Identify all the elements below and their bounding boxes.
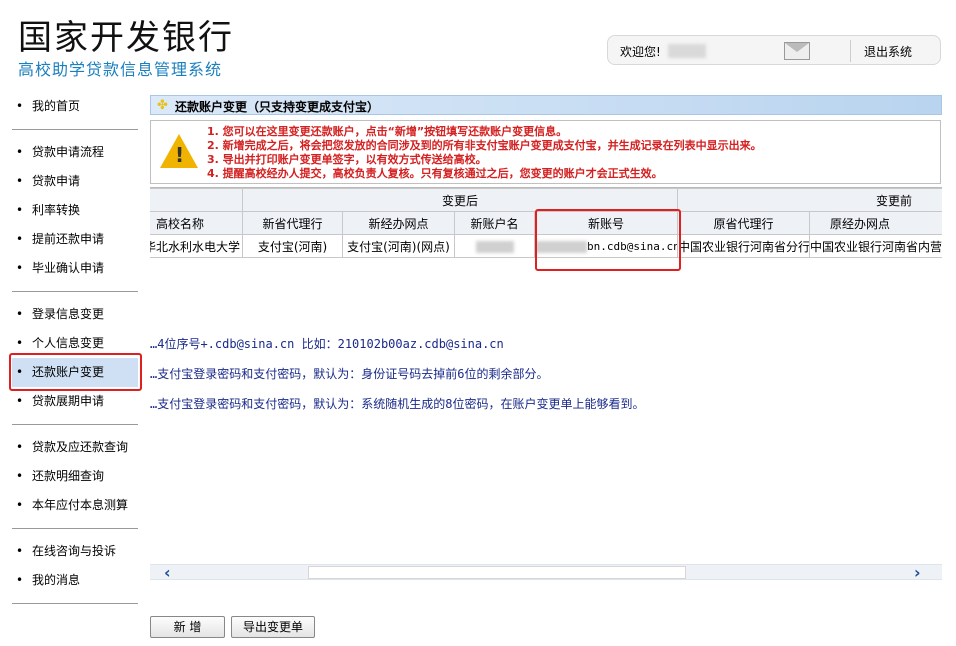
chevron-left-icon[interactable]: ‹: [164, 563, 171, 582]
user-status-bar: 欢迎您! 退出系统: [607, 35, 941, 65]
system-subtitle: 高校助学贷款信息管理系统: [18, 60, 223, 79]
col-old-branch: 原经办网点: [809, 211, 942, 235]
sidebar-item[interactable]: 贷款展期申请: [12, 387, 138, 416]
sidebar-item[interactable]: 本年应付本息测算: [12, 491, 138, 520]
cell-new-province-bank: 支付宝(河南): [242, 234, 343, 258]
sidebar-divider: [12, 291, 138, 292]
logout-button[interactable]: 退出系统: [864, 43, 912, 60]
cell-old-branch: 中国农业银行河南省内营业网点: [809, 234, 942, 258]
sidebar-item[interactable]: 在线咨询与投诉: [12, 537, 138, 566]
chevron-right-icon[interactable]: ›: [914, 563, 921, 582]
username-redacted: [668, 44, 706, 58]
redacted-value: [475, 240, 514, 253]
notice-line: 2. 新增完成之后，将会把您发放的合同涉及到的所有非支付宝账户变更成支付宝，并生…: [207, 139, 762, 152]
sidebar-item[interactable]: 登录信息变更: [12, 300, 138, 329]
notice-box: ! 1. 您可以在这里变更还款账户，点击“新增”按钮填写还款账户变更信息。 2. …: [150, 120, 941, 184]
sidebar-divider: [12, 528, 138, 529]
col-new-branch: 新经办网点: [342, 211, 455, 235]
panel-title: 还款账户变更（只支持变更成支付宝）: [175, 100, 380, 114]
sidebar-nav: 我的首页贷款申请流程贷款申请利率转换提前还款申请毕业确认申请登录信息变更个人信息…: [12, 92, 138, 612]
notice-list: 1. 您可以在这里变更还款账户，点击“新增”按钮填写还款账户变更信息。 2. 新增…: [207, 125, 762, 181]
sidebar-item[interactable]: 我的首页: [12, 92, 138, 121]
mail-icon[interactable]: [784, 42, 810, 60]
add-button[interactable]: 新 增: [150, 616, 225, 638]
group-before: 变更前: [677, 188, 942, 212]
export-button[interactable]: 导出变更单: [231, 616, 315, 638]
bank-logo-title: 国家开发银行: [18, 18, 234, 58]
hint-line-2: …支付宝登录密码和支付密码，默认为：身份证号码去掉前6位的剩余部分。: [150, 367, 549, 381]
scrollbar-thumb[interactable]: [308, 566, 686, 579]
star-icon: ✤: [157, 98, 168, 113]
col-school: 高校名称: [150, 211, 243, 235]
hint-line-3: …支付宝登录密码和支付密码，默认为：系统随机生成的8位密码，在账户变更单上能够看…: [150, 397, 645, 411]
highlight-box-account-no: [535, 209, 681, 271]
sidebar-divider: [12, 424, 138, 425]
warning-mark: !: [175, 143, 185, 167]
panel-header: ✤ 还款账户变更（只支持变更成支付宝）: [150, 95, 942, 115]
hint-line-1: …4位序号+.cdb@sina.cn 比如：210102b00az.cdb@si…: [150, 337, 504, 351]
sidebar-item[interactable]: 利率转换: [12, 196, 138, 225]
cell-new-branch: 支付宝(河南)(网点): [342, 234, 455, 258]
cell-school: 华北水利水电大学: [150, 234, 243, 258]
sidebar-item[interactable]: 毕业确认申请: [12, 254, 138, 283]
sidebar-item[interactable]: 贷款及应还款查询: [12, 433, 138, 462]
welcome-text: 欢迎您!: [620, 45, 661, 59]
horizontal-scrollbar[interactable]: ‹ ›: [150, 563, 942, 582]
sidebar-item[interactable]: 提前还款申请: [12, 225, 138, 254]
col-new-account-name: 新账户名: [454, 211, 535, 235]
notice-line: 4. 提醒高校经办人提交，高校负责人复核。只有复核通过之后，您变更的账户才会正式…: [207, 167, 663, 180]
sidebar-item[interactable]: 贷款申请流程: [12, 138, 138, 167]
sidebar-item[interactable]: 贷款申请: [12, 167, 138, 196]
sidebar-item[interactable]: 我的消息: [12, 566, 138, 595]
sidebar-divider: [12, 129, 138, 130]
col-old-province-bank: 原省代理行: [677, 211, 811, 235]
cell-old-province-bank: 中国农业银行河南省分行: [677, 234, 811, 258]
highlight-box-sidebar: [9, 353, 142, 391]
cell-new-account-name: [454, 234, 535, 258]
sidebar-item[interactable]: 还款明细查询: [12, 462, 138, 491]
divider: [850, 40, 851, 62]
sidebar-divider: [12, 603, 138, 604]
col-new-province-bank: 新省代理行: [242, 211, 343, 235]
notice-line: 3. 导出并打印账户变更单签字，以有效方式传送给高校。: [207, 153, 487, 166]
notice-line: 1. 您可以在这里变更还款账户，点击“新增”按钮填写还款账户变更信息。: [207, 125, 568, 138]
